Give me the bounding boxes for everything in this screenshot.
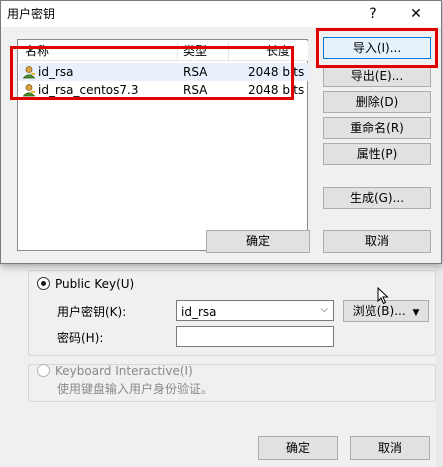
generate-button[interactable]: 生成(G)... — [323, 187, 431, 209]
chevron-down-icon: ⌵ — [320, 304, 328, 315]
keyboard-interactive-label: Keyboard Interactive(I) — [55, 364, 193, 378]
password-label: 密码(H): — [57, 331, 104, 345]
keyboard-interactive-radio[interactable] — [37, 364, 50, 377]
public-key-radio[interactable] — [37, 277, 50, 290]
password-field[interactable] — [176, 326, 334, 347]
help-button[interactable]: ? — [359, 3, 387, 25]
properties-button[interactable]: 属性(P) — [323, 143, 431, 165]
ok-button[interactable]: 确定 — [206, 230, 310, 253]
export-button[interactable]: 导出(E)... — [323, 65, 431, 87]
bg-ok-button[interactable]: 确定 — [258, 436, 338, 460]
bg-cancel-button[interactable]: 取消 — [350, 436, 430, 460]
import-button-highlight — [316, 28, 438, 68]
public-key-label: Public Key(U) — [55, 277, 135, 291]
close-icon: ✕ — [410, 6, 422, 22]
key-list-highlight — [10, 46, 294, 100]
titlebar: 用户密钥 ? ✕ — [1, 1, 441, 27]
mouse-cursor-icon — [377, 287, 389, 305]
close-button[interactable]: ✕ — [402, 3, 430, 25]
rename-button[interactable]: 重命名(R) — [323, 117, 431, 139]
delete-button[interactable]: 删除(D) — [323, 91, 431, 113]
user-key-label: 用户密钥(K): — [57, 305, 127, 319]
user-key-value: id_rsa — [181, 305, 217, 319]
dropdown-arrow-icon: ▼ — [412, 308, 420, 318]
dialog-title: 用户密钥 — [7, 7, 56, 21]
user-key-combo[interactable]: id_rsa ⌵ — [176, 300, 334, 321]
browse-label: 浏览(B)... — [352, 304, 406, 318]
keyboard-interactive-description: 使用键盘输入用户身份验证。 — [57, 382, 214, 396]
cancel-button[interactable]: 取消 — [323, 230, 431, 253]
